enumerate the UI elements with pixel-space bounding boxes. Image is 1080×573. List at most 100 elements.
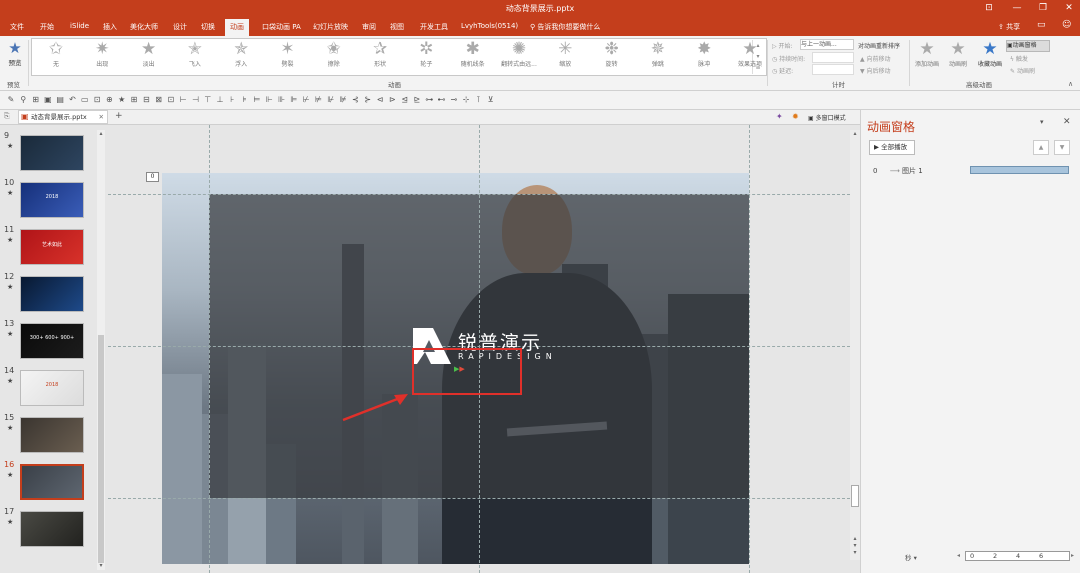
toolbar-8-icon[interactable]: ⊕: [103, 94, 115, 106]
pane-close-icon[interactable]: ✕: [1063, 117, 1071, 127]
toolbar-9-icon[interactable]: ★: [116, 94, 128, 106]
toolbar-16-icon[interactable]: ⊤: [202, 94, 214, 106]
toolbar-0-icon[interactable]: ✎: [5, 94, 17, 106]
seconds-dropdown[interactable]: 秒 ▾: [905, 552, 917, 562]
play-all-button[interactable]: ▶ 全部播放: [869, 140, 915, 155]
toolbar-7-icon[interactable]: ⊡: [91, 94, 103, 106]
effect-10-button[interactable]: ✺ 翻转式由远...: [499, 40, 539, 74]
toolbar-35-icon[interactable]: ⊷: [436, 94, 448, 106]
effect-2-button[interactable]: ★ 淡出: [129, 40, 169, 74]
delay-input[interactable]: [812, 64, 854, 75]
toolbar-22-icon[interactable]: ⊪: [276, 94, 288, 106]
slide-thumbnail[interactable]: [20, 511, 84, 547]
toolbar-27-icon[interactable]: ⊯: [337, 94, 349, 106]
toolbar-3-icon[interactable]: ▣: [42, 94, 54, 106]
multi-window-button[interactable]: ▣ 多窗口模式: [808, 113, 846, 122]
effect-5-button[interactable]: ✶ 劈裂: [268, 40, 308, 74]
toolbar-36-icon[interactable]: ⊸: [448, 94, 460, 106]
toolbar-26-icon[interactable]: ⊮: [325, 94, 337, 106]
toolbar-32-icon[interactable]: ⊴: [399, 94, 411, 106]
ribbon-display-button[interactable]: ⊡: [982, 2, 996, 14]
toolbar-31-icon[interactable]: ⊳: [386, 94, 398, 106]
toolbar-14-icon[interactable]: ⊢: [177, 94, 189, 106]
slide-thumbnail[interactable]: [20, 276, 84, 312]
toolbar-15-icon[interactable]: ⊣: [190, 94, 202, 106]
effect-14-button[interactable]: ✸ 脉冲: [684, 40, 724, 74]
timeline-right-icon[interactable]: ▸: [1071, 552, 1074, 559]
toolbar-5-icon[interactable]: ↶: [67, 94, 79, 106]
close-tab-icon[interactable]: ✕: [99, 111, 104, 123]
islide-icon[interactable]: ✦: [776, 112, 783, 121]
toolbar-13-icon[interactable]: ⊡: [165, 94, 177, 106]
toolbar-10-icon[interactable]: ⊞: [128, 94, 140, 106]
effect-11-button[interactable]: ✳ 缩放: [545, 40, 585, 74]
toolbar-24-icon[interactable]: ⊬: [300, 94, 312, 106]
tab-pocket-animation[interactable]: 口袋动画 PA: [262, 22, 301, 32]
scroll-down-icon[interactable]: ▾: [97, 562, 105, 569]
move-earlier-button[interactable]: ▲ 向前移动: [860, 54, 891, 63]
toolbar-21-icon[interactable]: ⊩: [263, 94, 275, 106]
animation-pane-toggle[interactable]: ▣动画窗格: [1006, 40, 1050, 52]
toolbar-1-icon[interactable]: ⚲: [17, 94, 29, 106]
toolbar-19-icon[interactable]: ⊧: [239, 94, 251, 106]
minimize-button[interactable]: —: [1010, 2, 1024, 14]
toolbar-12-icon[interactable]: ⊠: [153, 94, 165, 106]
gear-icon[interactable]: ✹: [792, 112, 799, 121]
toolbar-17-icon[interactable]: ⊥: [214, 94, 226, 106]
toolbar-23-icon[interactable]: ⊫: [288, 94, 300, 106]
tab-transitions[interactable]: 切换: [201, 22, 215, 32]
collapse-ribbon-icon[interactable]: ∧: [1068, 80, 1073, 88]
toolbar-29-icon[interactable]: ⊱: [362, 94, 374, 106]
scroll-up-icon[interactable]: ▴: [850, 130, 860, 137]
effect-6-button[interactable]: ✬ 擦除: [314, 40, 354, 74]
trigger-button[interactable]: ϟ 触发: [1010, 54, 1028, 63]
effect-4-button[interactable]: ✯ 浮入: [221, 40, 261, 74]
thumbnail-scrollbar[interactable]: ▴ ▾: [97, 130, 105, 570]
tab-lvyhtools[interactable]: LvyhTools(0514): [461, 22, 518, 30]
scroll-thumb[interactable]: [851, 485, 859, 507]
effect-12-button[interactable]: ❉ 旋转: [592, 40, 632, 74]
slide-thumbnail[interactable]: 2018: [20, 182, 84, 218]
toolbar-34-icon[interactable]: ⊶: [423, 94, 435, 106]
effect-0-button[interactable]: ✩ 无: [36, 40, 76, 74]
comment-icon[interactable]: ▭: [1037, 20, 1046, 30]
slide-thumbnail[interactable]: [20, 135, 84, 171]
restore-button[interactable]: ❐: [1036, 2, 1050, 14]
slide-thumbnail[interactable]: 300+ 600+ 900+: [20, 323, 84, 359]
effect-3-button[interactable]: ✭ 飞入: [175, 40, 215, 74]
page-nav-icons[interactable]: ▴ ▾ ▾: [850, 535, 860, 556]
animation-list-item[interactable]: 0 ⟶ 图片 1: [873, 166, 923, 176]
effect-7-button[interactable]: ✰ 形状: [360, 40, 400, 74]
tab-home[interactable]: 开始: [40, 22, 54, 32]
toolbar-28-icon[interactable]: ⊰: [349, 94, 361, 106]
timeline-left-icon[interactable]: ◂: [957, 552, 960, 559]
slide-thumbnail[interactable]: [20, 464, 84, 500]
toolbar-39-icon[interactable]: ⊻: [485, 94, 497, 106]
toolbar-6-icon[interactable]: ▭: [79, 94, 91, 106]
toolbar-18-icon[interactable]: ⊦: [226, 94, 238, 106]
move-later-button[interactable]: ▼ 向后移动: [860, 66, 891, 75]
toolbar-30-icon[interactable]: ⊲: [374, 94, 386, 106]
new-tab-button[interactable]: +: [115, 111, 123, 121]
effect-9-button[interactable]: ✱ 随机线条: [453, 40, 493, 74]
move-up-arrow-icon[interactable]: ▲: [1033, 140, 1049, 155]
tab-review[interactable]: 审阅: [362, 22, 376, 32]
collect-animation-button[interactable]: ★ 收藏动画: [972, 40, 1008, 74]
effect-1-button[interactable]: ✷ 出现: [82, 40, 122, 74]
animation-timing-bar[interactable]: [970, 166, 1069, 174]
add-animation-button[interactable]: ★ 添加动画: [910, 40, 944, 74]
effect-13-button[interactable]: ✵ 弹跳: [638, 40, 678, 74]
duration-input[interactable]: [812, 52, 854, 63]
preview-button[interactable]: ★ 预览: [4, 40, 26, 68]
toolbar-38-icon[interactable]: ⊺: [472, 94, 484, 106]
tab-islide[interactable]: iSlide: [70, 22, 89, 30]
new-doc-icon[interactable]: ⎘: [4, 112, 10, 121]
close-button[interactable]: ✕: [1062, 2, 1076, 14]
slide-thumbnail[interactable]: 艺术如此: [20, 229, 84, 265]
toolbar-25-icon[interactable]: ⊭: [313, 94, 325, 106]
pane-menu-icon[interactable]: ▾: [1040, 118, 1044, 126]
effect-options-button[interactable]: ★ 效果选项: [733, 40, 767, 74]
tab-beautify[interactable]: 美化大师: [130, 22, 158, 32]
scroll-up-icon[interactable]: ▴: [97, 130, 105, 137]
start-select[interactable]: 与上一动画...: [800, 39, 854, 50]
